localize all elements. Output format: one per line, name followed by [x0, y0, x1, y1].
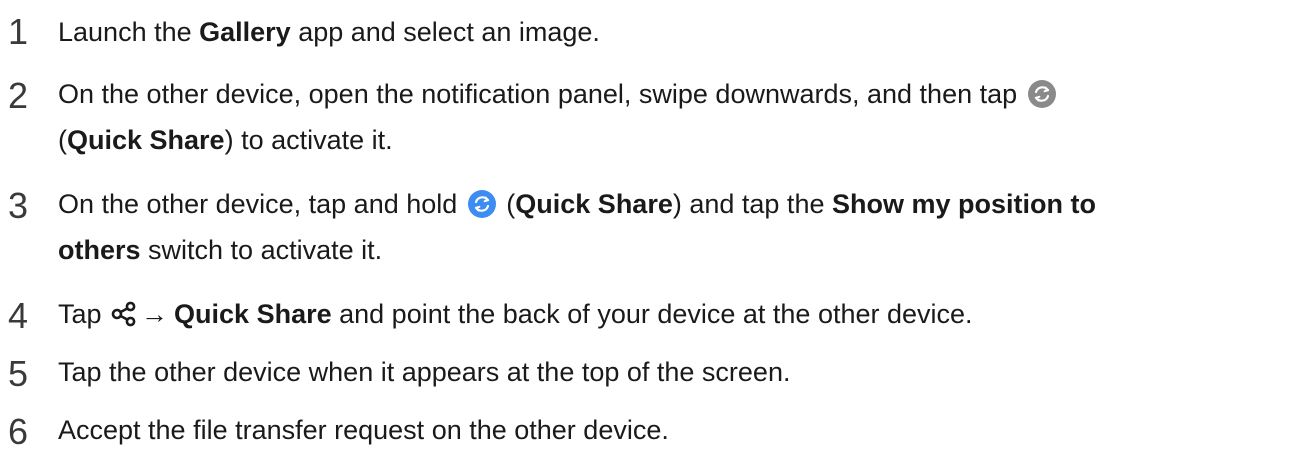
step-1: 1 Launch the Gallery app and select an i…: [0, 0, 1290, 60]
step-text: Tap → Quick Share and point the back of y…: [58, 292, 1286, 336]
step-6: 6 Accept the file transfer request on th…: [0, 408, 1290, 458]
step-number: 2: [8, 75, 29, 116]
share-icon: [111, 296, 137, 327]
step-4: 4 Tap → Quick Share and point the back of…: [0, 292, 1290, 342]
step-text-line-2: (Quick Share) to activate it.: [58, 125, 393, 155]
step-number: 3: [8, 185, 29, 226]
setting-name-others: others: [58, 235, 141, 265]
quick-share-icon: [1027, 78, 1057, 108]
feature-name-quick-share: Quick Share: [515, 189, 673, 219]
quick-share-icon: [467, 188, 497, 218]
step-2: 2 On the other device, open the notifica…: [0, 72, 1290, 172]
setting-name-show-my-position: Show my position to: [831, 189, 1096, 219]
step-text: Accept the file transfer request on the …: [58, 415, 669, 445]
feature-name-quick-share: Quick Share: [174, 299, 332, 329]
feature-name-quick-share: Quick Share: [67, 125, 225, 155]
step-number: 6: [8, 411, 29, 452]
step-text: Launch the Gallery app and select an ima…: [58, 17, 600, 47]
step-5: 5 Tap the other device when it appears a…: [0, 350, 1290, 400]
step-number: 5: [8, 353, 29, 394]
step-text-line-2: others switch to activate it.: [58, 235, 383, 265]
step-text: Tap the other device when it appears at …: [58, 357, 791, 387]
step-text-line-1: On the other device, tap and hold (Quick…: [58, 188, 1096, 219]
step-text-line-1: On the other device, open the notificati…: [58, 72, 1286, 116]
app-name-gallery: Gallery: [199, 17, 291, 47]
arrow-icon: →: [141, 299, 169, 329]
step-3: 3 On the other device, tap and hold (Qui…: [0, 182, 1290, 282]
step-number: 4: [8, 295, 29, 336]
step-number: 1: [8, 11, 29, 52]
